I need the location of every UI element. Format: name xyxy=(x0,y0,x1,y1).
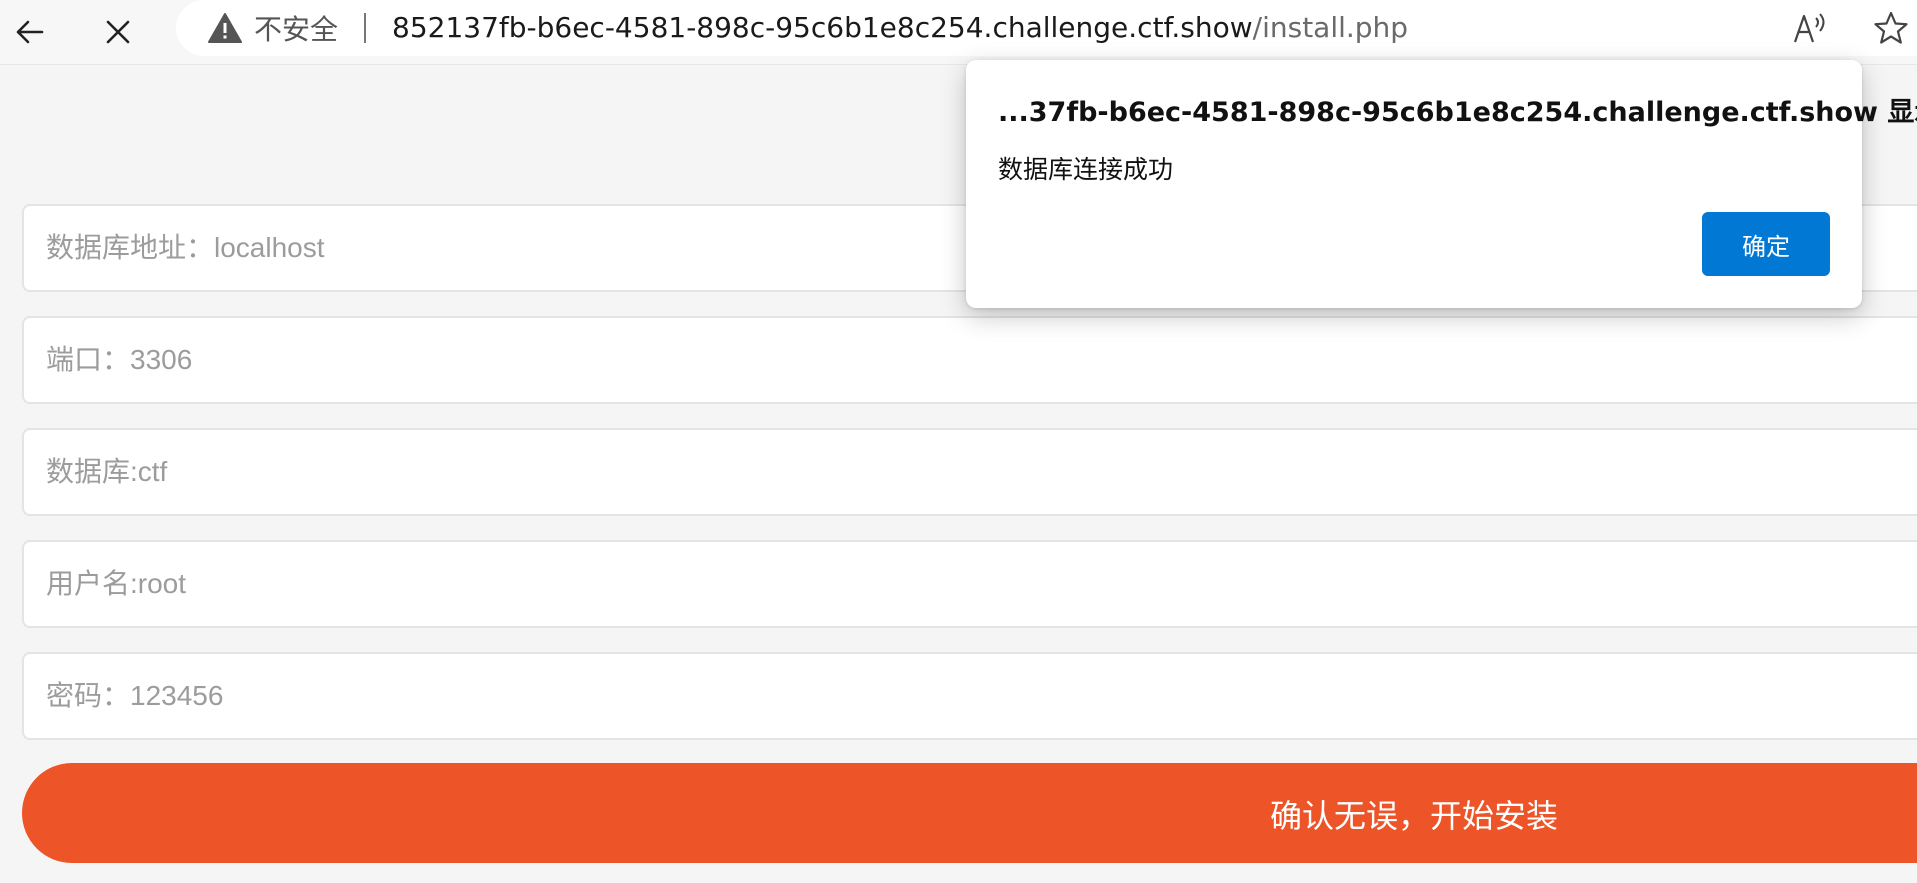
security-label: 不安全 xyxy=(254,13,339,46)
favorite-star-icon xyxy=(1874,11,1908,44)
read-aloud-button[interactable] xyxy=(1789,8,1833,48)
favorite-button[interactable] xyxy=(1873,8,1917,48)
start-install-button[interactable]: 确认无误，开始安装 xyxy=(22,763,1917,863)
address-bar[interactable]: 不安全 852137fb-b6ec-4581-898c-95c6b1e8c254… xyxy=(176,0,1917,56)
back-arrow-icon xyxy=(16,20,44,44)
db-password-field[interactable] xyxy=(22,652,1917,740)
db-port-field[interactable] xyxy=(22,316,1917,404)
start-install-label: 确认无误，开始安装 xyxy=(1270,797,1559,835)
address-separator xyxy=(364,13,366,43)
warning-icon xyxy=(208,13,242,43)
back-button[interactable] xyxy=(4,6,56,58)
dialog-title: ...37fb-b6ec-4581-898c-95c6b1e8c254.chal… xyxy=(998,97,1917,128)
read-aloud-icon xyxy=(1793,13,1825,43)
site-security-indicator[interactable]: 不安全 xyxy=(208,10,338,46)
url-host: 852137fb-b6ec-4581-898c-95c6b1e8c254.cha… xyxy=(392,11,1253,44)
dialog-ok-button[interactable]: 确定 xyxy=(1702,212,1830,276)
dialog-message: 数据库连接成功 xyxy=(998,155,1174,184)
browser-toolbar: 不安全 852137fb-b6ec-4581-898c-95c6b1e8c254… xyxy=(0,0,1917,65)
url-path: /install.php xyxy=(1252,11,1409,44)
close-icon xyxy=(106,20,130,44)
stop-loading-button[interactable] xyxy=(92,6,144,58)
db-name-field[interactable] xyxy=(22,428,1917,516)
alert-dialog: ...37fb-b6ec-4581-898c-95c6b1e8c254.chal… xyxy=(966,60,1917,308)
url-text[interactable]: 852137fb-b6ec-4581-898c-95c6b1e8c254.cha… xyxy=(392,9,1408,47)
db-username-field[interactable] xyxy=(22,540,1917,628)
